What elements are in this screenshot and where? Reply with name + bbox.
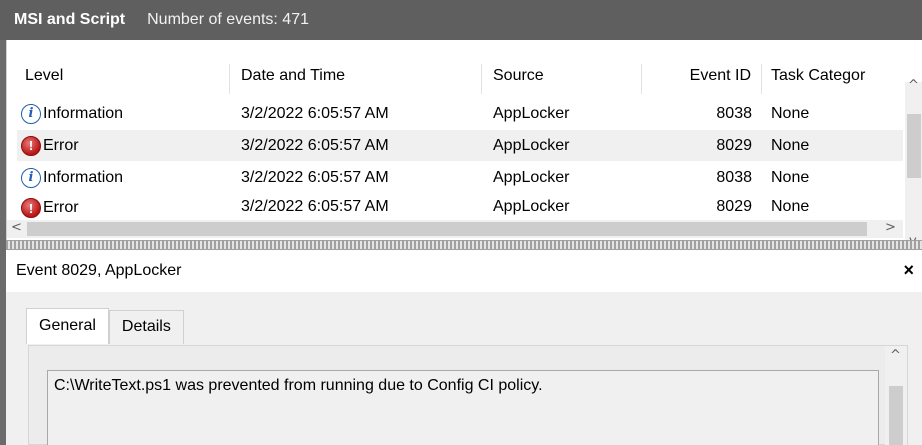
- row-source: AppLocker: [493, 136, 570, 154]
- event-viewer-window: MSI and Script Number of events: 471 Lev…: [0, 0, 922, 445]
- scroll-left-icon[interactable]: <: [11, 220, 22, 235]
- row-source: AppLocker: [493, 168, 570, 186]
- log-title: MSI and Script: [14, 11, 126, 28]
- grid-horizontal-scrollbar[interactable]: < >: [7, 220, 903, 238]
- details-heading: Event 8029, AppLocker: [16, 262, 182, 279]
- table-row[interactable]: ! Error 3/2/2022 6:05:57 AM AppLocker 802…: [17, 192, 903, 219]
- row-task-category: None: [771, 136, 810, 154]
- row-event-id: 8038: [716, 168, 752, 186]
- row-event-id: 8029: [716, 136, 752, 154]
- event-message: C:\WriteText.ps1 was prevented from runn…: [54, 377, 543, 394]
- tab-general[interactable]: General: [26, 308, 109, 344]
- table-row[interactable]: i Information 3/2/2022 6:05:57 AM AppLock…: [17, 98, 903, 129]
- row-level: Information: [43, 104, 124, 122]
- column-header-source[interactable]: Source: [482, 64, 642, 94]
- row-level: Error: [43, 136, 79, 154]
- column-header-level[interactable]: Level: [17, 64, 230, 94]
- row-level: Error: [43, 199, 79, 216]
- row-event-id: 8029: [716, 198, 752, 215]
- row-source: AppLocker: [493, 104, 570, 122]
- scroll-right-icon[interactable]: >: [885, 220, 896, 235]
- event-count: Number of events: 471: [147, 11, 309, 28]
- row-date-time: 3/2/2022 6:05:57 AM: [241, 198, 389, 215]
- scroll-up-icon[interactable]: ^: [908, 78, 919, 93]
- title-bar: MSI and Script Number of events: 471: [0, 0, 922, 40]
- column-header-date-time[interactable]: Date and Time: [230, 64, 482, 94]
- details-vertical-scroll-thumb[interactable]: [889, 386, 903, 445]
- row-event-id: 8038: [716, 104, 752, 122]
- pane-splitter[interactable]: [6, 240, 922, 250]
- event-message-box[interactable]: C:\WriteText.ps1 was prevented from runn…: [47, 370, 879, 445]
- details-scroll-up-icon[interactable]: ^: [890, 348, 901, 363]
- grid-vertical-scrollbar[interactable]: ^ v: [905, 78, 922, 262]
- row-date-time: 3/2/2022 6:05:57 AM: [241, 168, 389, 186]
- row-date-time: 3/2/2022 6:05:57 AM: [241, 104, 389, 122]
- column-header-event-id[interactable]: Event ID: [642, 64, 762, 94]
- events-grid: Level Date and Time Source Event ID Task…: [6, 40, 922, 262]
- column-header-task-category[interactable]: Task Categor: [762, 64, 903, 94]
- grid-vertical-scroll-thumb[interactable]: [907, 114, 921, 178]
- row-task-category: None: [771, 198, 810, 215]
- info-icon: i: [21, 103, 41, 124]
- details-pane: Event 8029, AppLocker × General Details …: [6, 250, 922, 445]
- general-tab-panel: C:\WriteText.ps1 was prevented from runn…: [28, 345, 908, 445]
- table-row-selected[interactable]: ! Error 3/2/2022 6:05:57 AM AppLocker 802…: [17, 130, 903, 161]
- details-tabs: General Details: [26, 308, 184, 344]
- row-task-category: None: [771, 168, 810, 186]
- error-icon: !: [21, 198, 41, 218]
- details-header: Event 8029, AppLocker ×: [6, 250, 922, 292]
- table-row[interactable]: i Information 3/2/2022 6:05:57 AM AppLock…: [17, 162, 903, 193]
- row-task-category: None: [771, 104, 810, 122]
- details-vertical-scrollbar[interactable]: ^: [885, 346, 907, 445]
- row-level: Information: [43, 168, 124, 186]
- tab-details[interactable]: Details: [108, 310, 184, 344]
- error-icon: !: [21, 135, 41, 156]
- grid-header: Level Date and Time Source Event ID Task…: [17, 64, 903, 96]
- info-icon: i: [21, 167, 41, 188]
- row-source: AppLocker: [493, 198, 570, 215]
- row-date-time: 3/2/2022 6:05:57 AM: [241, 136, 389, 154]
- grid-horizontal-scroll-thumb[interactable]: [27, 222, 867, 236]
- close-icon[interactable]: ×: [903, 260, 914, 281]
